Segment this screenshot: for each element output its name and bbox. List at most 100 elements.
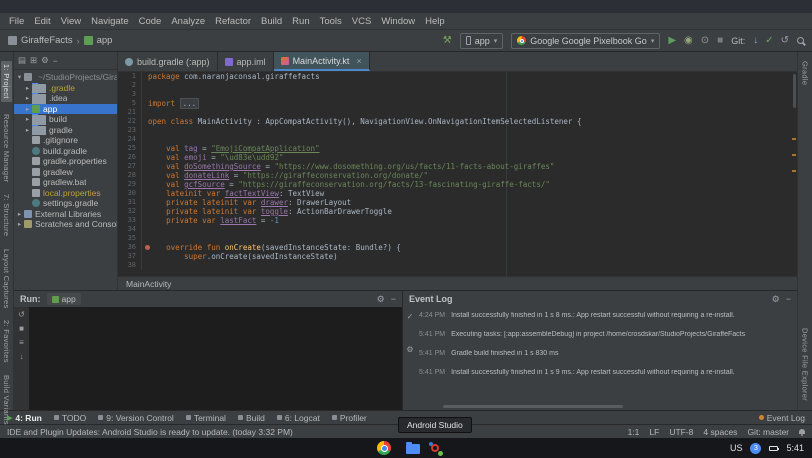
line-separator[interactable]: LF	[649, 427, 659, 437]
menu-navigate[interactable]: Navigate	[86, 16, 134, 27]
file-encoding[interactable]: UTF-8	[669, 427, 693, 437]
tool-tab-profiler[interactable]: Profiler	[332, 413, 367, 423]
chevron-right-icon[interactable]: ▸	[24, 115, 31, 123]
tool-tab-build[interactable]: Build	[238, 413, 265, 423]
tree-item-scratches-and-consoles[interactable]: ▸Scratches and Consoles	[14, 219, 117, 230]
tool-strip-gradle[interactable]: Gradle	[801, 61, 810, 85]
menu-vcs[interactable]: VCS	[347, 16, 377, 27]
chevron-right-icon[interactable]: ▸	[24, 105, 31, 113]
hide-panel-icon[interactable]: −	[391, 294, 396, 304]
run-tab-app[interactable]: app	[47, 293, 81, 305]
profiler-icon[interactable]: ⊙	[701, 36, 709, 46]
tree-item-settings-gradle[interactable]: settings.gradle	[14, 198, 117, 209]
menu-code[interactable]: Code	[134, 16, 167, 27]
run-config-selector[interactable]: app ▾	[460, 33, 504, 49]
menu-analyze[interactable]: Analyze	[166, 16, 210, 27]
build-tasks-icon[interactable]: ⚙	[406, 345, 413, 354]
tree-item-gitignore[interactable]: .gitignore	[14, 135, 117, 146]
keyboard-layout[interactable]: US	[730, 443, 743, 453]
project-view-icon[interactable]: ▤	[18, 55, 26, 66]
breadcrumb-module[interactable]: app	[97, 35, 113, 46]
rerun-icon[interactable]: ↺	[18, 310, 25, 319]
tree-item-idea[interactable]: ▸.idea	[14, 93, 117, 104]
tree-item-gradlew-bat[interactable]: gradlew.bat	[14, 177, 117, 188]
tool-tab-6-logcat[interactable]: 6: Logcat	[277, 413, 320, 423]
tool-tab-todo[interactable]: TODO	[54, 413, 86, 423]
run-icon[interactable]: ▶	[668, 36, 676, 46]
hide-panel-icon[interactable]: −	[786, 294, 791, 304]
tool-tab-4-run[interactable]: ▶4: Run	[7, 413, 42, 423]
tree-item-gradle[interactable]: ▸.gradle	[14, 83, 117, 94]
run-list-icon[interactable]: ≡	[19, 338, 24, 347]
menu-run[interactable]: Run	[287, 16, 314, 27]
tab-mainactivity-kt[interactable]: MainActivity.kt×	[274, 52, 370, 71]
chevron-right-icon[interactable]: ▸	[24, 126, 31, 134]
git-revert-icon[interactable]: ↺	[781, 36, 789, 46]
git-branch[interactable]: Git: master	[747, 427, 789, 437]
system-tray[interactable]: US 3 5:41	[730, 438, 804, 458]
tool-strip-7-structure[interactable]: 7: Structure	[2, 194, 11, 236]
chevron-right-icon[interactable]: ▸	[24, 94, 31, 102]
expand-all-icon[interactable]: ⊞	[30, 55, 37, 66]
menu-help[interactable]: Help	[420, 16, 450, 27]
git-commit-icon[interactable]: ✓	[765, 36, 773, 46]
menu-refactor[interactable]: Refactor	[210, 16, 256, 27]
tool-tab-terminal[interactable]: Terminal	[186, 413, 226, 423]
tree-item-gradle-properties[interactable]: gradle.properties	[14, 156, 117, 167]
build-hammer-icon[interactable]: ⚒	[443, 36, 452, 46]
stop-icon[interactable]: ■	[717, 36, 723, 46]
tool-strip-device-file-explorer[interactable]: Device File Explorer	[801, 328, 810, 401]
horizontal-scrollbar[interactable]	[443, 405, 623, 408]
git-update-icon[interactable]: ↓	[753, 36, 758, 46]
menu-build[interactable]: Build	[256, 16, 287, 27]
settings-icon[interactable]: ⚙	[41, 55, 49, 66]
menu-tools[interactable]: Tools	[315, 16, 347, 27]
tool-strip-resource-manager[interactable]: Resource Manager	[2, 114, 11, 183]
tree-item-giraffefacts[interactable]: ▾GiraffeFacts~/StudioProjects/GiraffeFac…	[14, 72, 117, 83]
hide-panel-icon[interactable]: −	[53, 56, 58, 66]
settings-icon[interactable]: ⚙	[772, 294, 780, 305]
tool-strip-layout-captures[interactable]: Layout Captures	[2, 249, 11, 309]
close-icon[interactable]: ×	[356, 56, 361, 66]
tab-build-gradle-app[interactable]: build.gradle (:app)	[118, 52, 218, 71]
chevron-right-icon[interactable]: ▸	[16, 210, 23, 218]
tool-strip-1-project[interactable]: 1: Project	[1, 61, 12, 102]
chevron-down-icon[interactable]: ▾	[16, 73, 23, 81]
indent-size[interactable]: 4 spaces	[703, 427, 737, 437]
tree-item-gradlew[interactable]: gradlew	[14, 167, 117, 178]
chrome-icon[interactable]	[377, 441, 391, 455]
menu-window[interactable]: Window	[376, 16, 420, 27]
tool-strip-2-favorites[interactable]: 2: Favorites	[2, 320, 11, 363]
device-selector[interactable]: Google Google Pixelbook Go ▾	[511, 33, 660, 49]
tree-item-build[interactable]: ▸build	[14, 114, 117, 125]
chevron-right-icon[interactable]: ▸	[24, 84, 31, 92]
files-icon[interactable]	[406, 444, 420, 454]
code-editor[interactable]: 1package com.naranjaconsal.giraffefacts2…	[118, 72, 797, 276]
editor-breadcrumb[interactable]: MainActivity	[126, 279, 171, 289]
tree-item-external-libraries[interactable]: ▸External Libraries	[14, 209, 117, 220]
menu-file[interactable]: File	[4, 16, 29, 27]
debug-icon[interactable]: ◉	[684, 36, 693, 46]
settings-icon[interactable]: ⚙	[377, 294, 385, 305]
tool-tab-9-version-control[interactable]: 9: Version Control	[98, 413, 174, 423]
search-icon[interactable]	[797, 37, 804, 44]
stop-icon[interactable]: ■	[19, 324, 24, 333]
breadcrumb-project[interactable]: GiraffeFacts	[21, 35, 73, 46]
menu-view[interactable]: View	[56, 16, 86, 27]
tree-item-local-properties[interactable]: local.properties	[14, 188, 117, 199]
chevron-right-icon[interactable]: ▸	[16, 220, 23, 228]
notifications-bell-icon[interactable]	[799, 429, 805, 434]
log-checkmark-icon[interactable]: ✓	[407, 312, 414, 321]
tree-item-gradle[interactable]: ▸gradle	[14, 125, 117, 136]
tool-tab-event-log[interactable]: Event Log	[759, 413, 805, 423]
status-message[interactable]: IDE and Plugin Updates: Android Studio i…	[7, 427, 293, 437]
tree-item-build-gradle[interactable]: build.gradle	[14, 146, 117, 157]
scroll-down-icon[interactable]: ↓	[20, 352, 24, 361]
clock[interactable]: 5:41	[786, 443, 804, 453]
tree-item-app[interactable]: ▸app	[14, 104, 117, 115]
notification-badge[interactable]: 3	[750, 443, 761, 454]
cursor-position[interactable]: 1:1	[628, 427, 640, 437]
menu-edit[interactable]: Edit	[29, 16, 55, 27]
override-marker-icon[interactable]	[145, 245, 150, 250]
run-console-output[interactable]	[29, 307, 402, 410]
